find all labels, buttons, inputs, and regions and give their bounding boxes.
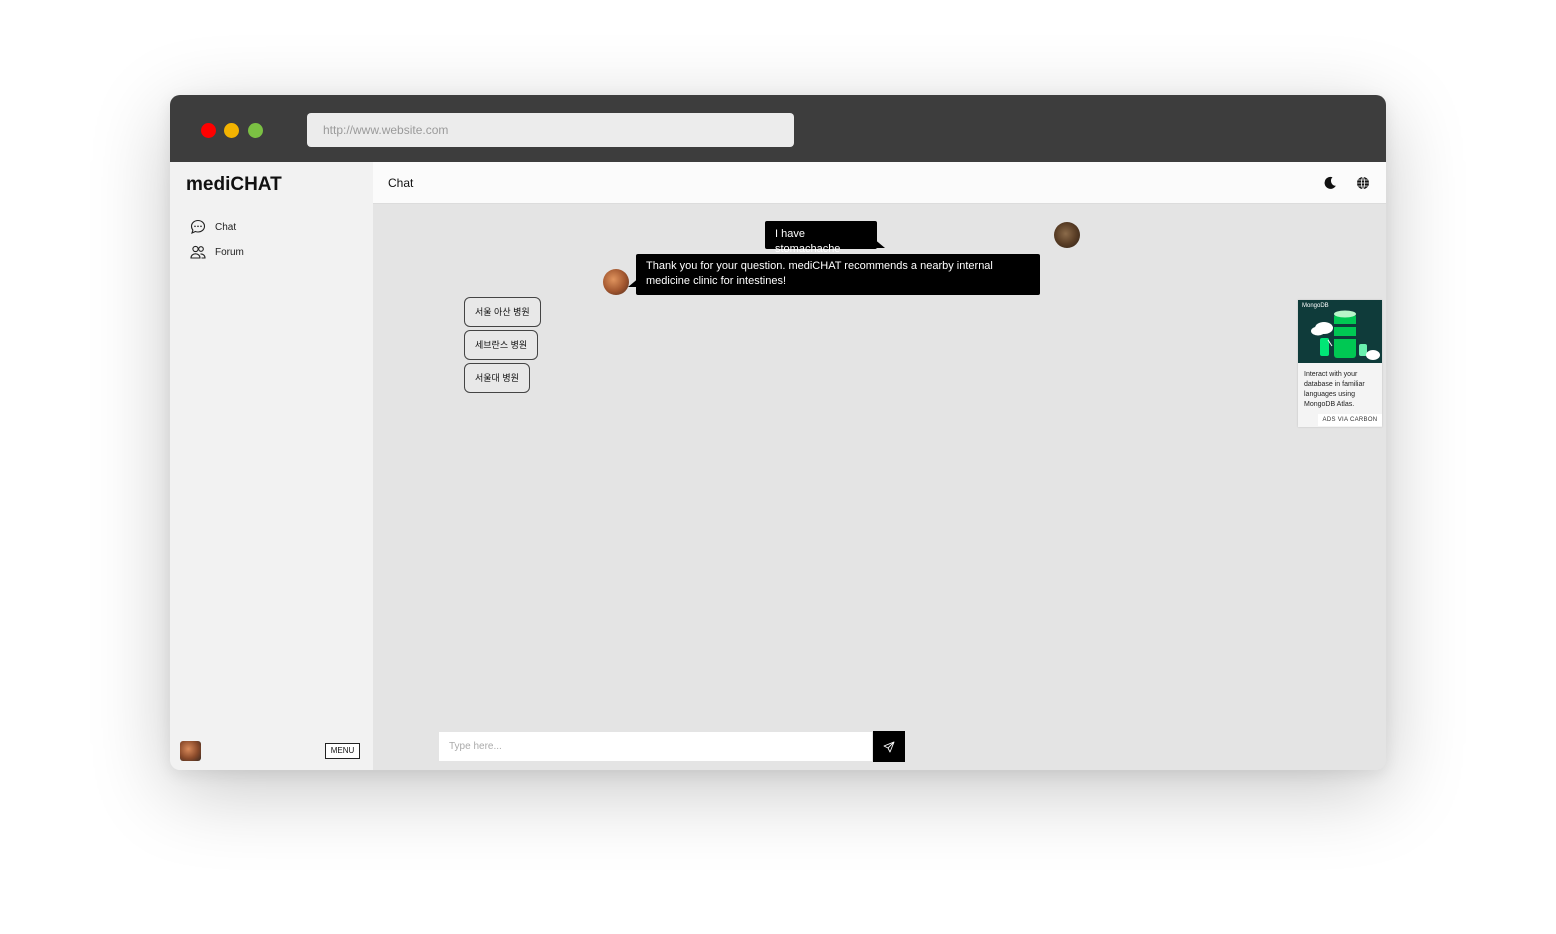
minimize-window-button[interactable] <box>224 123 239 138</box>
page-title: Chat <box>388 176 414 190</box>
user-avatar[interactable] <box>180 741 201 761</box>
menu-button[interactable]: MENU <box>325 743 360 759</box>
send-button[interactable] <box>873 731 905 762</box>
sidebar-item-forum[interactable]: Forum <box>190 243 244 261</box>
chat-main: Chat I have stomachache Thank you for yo… <box>373 162 1386 770</box>
browser-window: http://www.website.com mediCHAT Chat For… <box>170 95 1386 770</box>
address-bar[interactable]: http://www.website.com <box>307 113 794 147</box>
bot-message: Thank you for your question. mediCHAT re… <box>636 254 1040 295</box>
sidebar-item-chat[interactable]: Chat <box>190 218 236 236</box>
hospital-option-button[interactable]: 서울대 병원 <box>464 363 530 393</box>
sidebar: mediCHAT Chat Forum MENU <box>170 162 373 770</box>
browser-titlebar: http://www.website.com <box>170 95 1386 162</box>
hospital-option-button[interactable]: 서울 아산 병원 <box>464 297 541 327</box>
app-logo[interactable]: mediCHAT <box>186 174 282 196</box>
ad-brand-label: MongoDB <box>1302 303 1329 309</box>
ad-image: MongoDB <box>1298 300 1382 363</box>
chat-bubble-icon <box>190 219 206 235</box>
globe-icon[interactable] <box>1355 175 1371 191</box>
carbon-ad[interactable]: MongoDB Interact with your database in f… <box>1298 300 1382 427</box>
close-window-button[interactable] <box>201 123 216 138</box>
paper-plane-icon <box>883 741 895 752</box>
message-composer <box>438 731 905 762</box>
hospital-option-button[interactable]: 세브란스 병원 <box>464 330 539 360</box>
bot-message-avatar[interactable] <box>603 269 629 295</box>
maximize-window-button[interactable] <box>248 123 263 138</box>
user-bubble-tail <box>873 238 885 248</box>
user-message-avatar[interactable] <box>1054 222 1080 248</box>
chat-header: Chat <box>373 162 1386 204</box>
ad-attribution[interactable]: ADS VIA CARBON <box>1318 414 1382 426</box>
sidebar-item-label: Chat <box>215 221 237 233</box>
message-input[interactable] <box>438 731 873 762</box>
sidebar-item-label: Forum <box>215 246 244 258</box>
ad-text: Interact with your database in familiar … <box>1304 371 1365 408</box>
user-message: I have stomachache <box>765 221 877 255</box>
moon-icon[interactable] <box>1322 175 1338 191</box>
people-icon <box>190 244 206 260</box>
